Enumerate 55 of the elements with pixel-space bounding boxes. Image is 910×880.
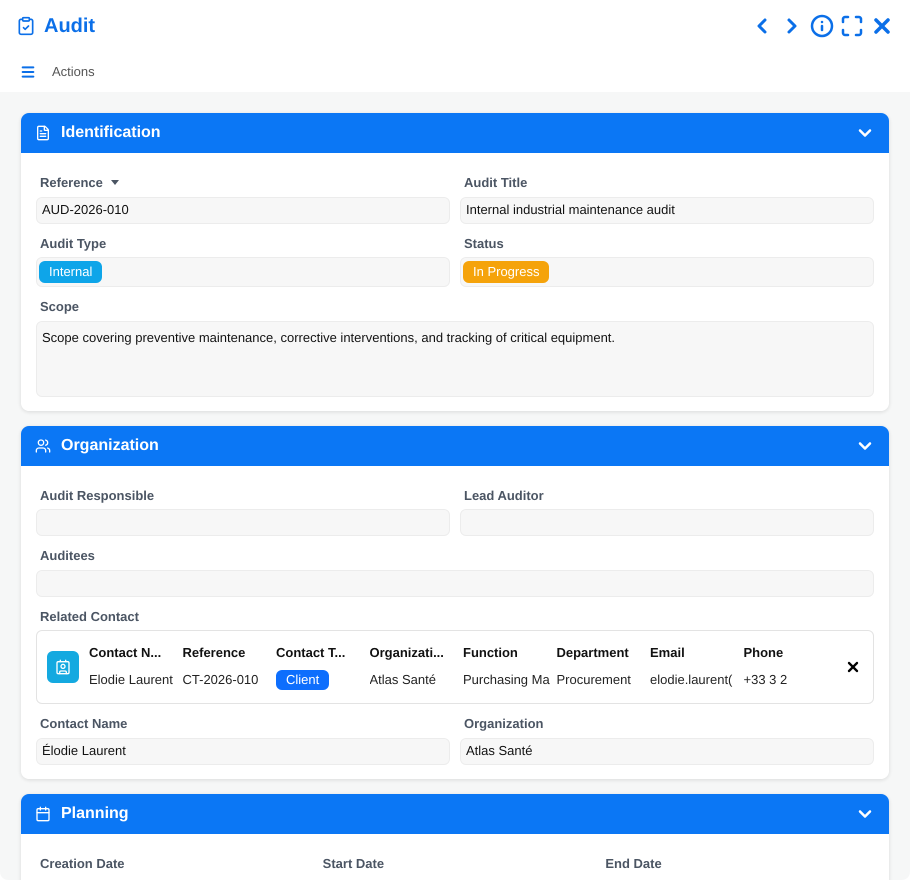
text-field[interactable]: Atlas Santé <box>460 738 874 764</box>
field-label: Start Date <box>322 854 384 872</box>
contact-card-icon <box>47 651 79 683</box>
info-icon[interactable] <box>810 14 834 38</box>
column-header: Contact T... <box>276 644 346 662</box>
field-label: Audit Responsible <box>40 486 154 505</box>
document-icon <box>35 125 51 141</box>
column-header: Email <box>650 644 686 662</box>
status-tag: Internal <box>39 261 102 283</box>
field-label: Scope <box>40 298 80 316</box>
table-cell-text: Elodie Laurent <box>89 671 173 689</box>
users-icon <box>35 438 51 454</box>
table-cell-text: Atlas Santé <box>370 671 436 689</box>
table-cell-text: Procurement <box>556 671 631 689</box>
field-label: Related Contact <box>40 608 139 626</box>
actions-menu[interactable]: Actions <box>52 62 95 82</box>
section-header[interactable]: Organization <box>21 426 889 466</box>
section-title: Organization <box>61 436 159 456</box>
section-title: Planning <box>61 804 129 824</box>
calendar-icon <box>35 806 51 822</box>
menu-icon[interactable] <box>20 64 36 80</box>
field-label: Contact Name <box>40 715 128 733</box>
caret-icon[interactable] <box>110 180 119 186</box>
section-header[interactable]: Identification <box>21 113 889 153</box>
field-label: Lead Auditor <box>464 486 544 504</box>
fullscreen-icon[interactable] <box>840 14 864 38</box>
field-label: Audit Title <box>464 174 528 192</box>
column-header: Department <box>556 644 630 662</box>
column-header: Contact N... <box>89 644 162 662</box>
remove-icon[interactable] <box>845 659 861 675</box>
table-cell-text: elodie.laurent( <box>650 671 732 689</box>
field-label: Organization <box>464 715 544 733</box>
field-label: Status <box>464 234 504 252</box>
section-header[interactable]: Planning <box>21 794 889 834</box>
text-field[interactable]: AUD-2026-010 <box>36 196 450 224</box>
field-label: End Date <box>605 854 662 872</box>
text-field[interactable]: Élodie Laurent <box>36 738 450 764</box>
field-label: Creation Date <box>40 854 125 872</box>
section-title: Identification <box>61 123 161 143</box>
field-label: Auditees <box>40 547 95 565</box>
column-header: Organizati... <box>370 644 445 662</box>
type-tag: Client <box>276 670 330 690</box>
table-cell-text: CT-2026-010 <box>182 671 258 689</box>
table-cell-text: Purchasing Ma <box>463 671 550 689</box>
field-label: Audit Type <box>40 234 106 253</box>
text-field[interactable]: Internal industrial maintenance audit <box>460 196 874 224</box>
table-cell-text: +33 3 2 <box>744 671 788 689</box>
window-title: Audit <box>44 14 96 39</box>
column-header: Function <box>463 644 519 662</box>
column-header: Reference <box>182 644 246 662</box>
field-label: Reference <box>40 174 103 192</box>
status-tag: In Progress <box>463 261 550 283</box>
column-header: Phone <box>744 644 784 662</box>
text-area[interactable]: Scope covering preventive maintenance, corrective interventions, and tracking of critical equipment. <box>36 320 874 396</box>
clipboard-check-icon <box>16 14 36 38</box>
